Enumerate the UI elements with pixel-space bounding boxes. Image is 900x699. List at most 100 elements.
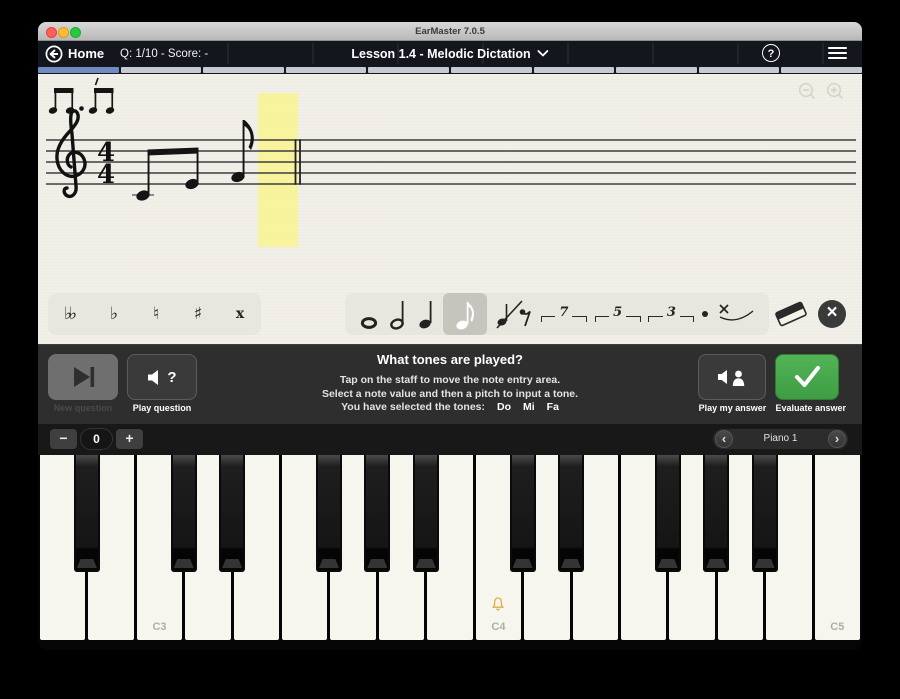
help-button[interactable]: ? — [762, 44, 780, 62]
eighth-note-icon — [453, 297, 477, 331]
instrument-selector: ‹ Piano 1 › — [712, 428, 849, 450]
tuplet-7-label: 7 — [559, 306, 568, 320]
tie-button[interactable] — [716, 293, 756, 335]
new-question-label: New question — [48, 403, 118, 413]
flat-button[interactable]: ♭ — [100, 304, 128, 324]
piano-key-gs4[interactable] — [703, 455, 729, 572]
speaker-icon — [147, 369, 164, 386]
note-values-group: 7 5 3 — [345, 293, 769, 335]
question-title: What tones are played? — [215, 352, 685, 367]
time-signature-bottom: 4 — [97, 160, 115, 190]
progress-row — [38, 66, 862, 74]
half-note-button[interactable] — [388, 293, 408, 335]
piano-key-cs3[interactable] — [171, 455, 197, 572]
progress-segment-10 — [781, 67, 862, 73]
tone-do: Do — [497, 401, 511, 413]
piano-key-as2[interactable] — [74, 455, 100, 572]
note-entry-area[interactable] — [258, 93, 298, 247]
play-question-label: Play question — [127, 403, 197, 413]
note-rest-toggle-button[interactable] — [495, 293, 533, 335]
eraser-button[interactable] — [773, 300, 809, 333]
menu-icon — [828, 47, 847, 49]
staff-canvas[interactable]: 4 4 — [38, 74, 862, 293]
piano-key-fs3[interactable] — [316, 455, 342, 572]
window-title: EarMaster 7.0.5 — [38, 22, 862, 41]
speaker-person-icon — [718, 368, 746, 386]
progress-segment-5 — [368, 67, 449, 73]
zoom-out-icon[interactable] — [800, 84, 815, 99]
progress-segment-4 — [286, 67, 367, 73]
quarter-note-icon — [416, 298, 436, 330]
play-question-button[interactable]: ? — [127, 354, 197, 400]
octave-down-button[interactable]: − — [50, 429, 77, 449]
nav-separator — [397, 43, 399, 64]
nav-separator — [567, 43, 569, 64]
eighth-note-button[interactable] — [443, 293, 487, 335]
half-note-icon — [388, 298, 408, 330]
piano-key-fs4[interactable] — [655, 455, 681, 572]
double-flat-button[interactable]: ♭♭ — [55, 304, 86, 324]
play-my-answer-label: Play my answer — [698, 403, 766, 413]
dot-button[interactable] — [702, 311, 708, 317]
instrument-next-button[interactable]: › — [828, 430, 846, 448]
lesson-title: Lesson 1.4 - Melodic Dictation — [351, 47, 530, 61]
skip-next-icon — [66, 363, 100, 391]
question-score-status: Q: 1/10 - Score: - — [120, 41, 208, 66]
piano-keyboard: C3C4C5 — [38, 455, 862, 650]
tone-mi: Mi — [523, 401, 535, 413]
piano-key-as3[interactable] — [413, 455, 439, 572]
instruction-bar: New question ? Play question What tones … — [38, 344, 862, 424]
double-sharp-button[interactable]: x — [226, 306, 254, 322]
octave-value: 0 — [80, 428, 113, 450]
checkmark-icon — [790, 363, 824, 391]
staff-lines — [46, 140, 856, 184]
time-signature: 4 4 — [97, 138, 115, 190]
tone-fa: Fa — [547, 401, 559, 413]
octave-up-button[interactable]: + — [116, 429, 143, 449]
natural-button[interactable]: ♮ — [142, 304, 170, 324]
selected-tones: Do Mi Fa — [485, 401, 559, 413]
piano-keys: C3C4C5 — [38, 455, 862, 640]
key-label-c4: C4 — [476, 621, 521, 633]
tuplet-5-label: 5 — [613, 306, 622, 320]
sharp-button[interactable]: ♯ — [184, 304, 212, 324]
piano-key-ds4[interactable] — [558, 455, 584, 572]
piano-key-as4[interactable] — [752, 455, 778, 572]
lesson-title-dropdown[interactable]: Lesson 1.4 - Melodic Dictation — [351, 41, 548, 66]
eraser-icon — [773, 300, 809, 328]
tuplet-3-button[interactable]: 3 — [648, 306, 694, 322]
selected-tones-line: You have selected the tones:DoMiFa — [215, 401, 685, 415]
accidentals-group: ♭♭ ♭ ♮ ♯ x — [48, 293, 261, 335]
evaluate-answer-button[interactable] — [775, 354, 839, 400]
new-question-button[interactable] — [48, 354, 118, 400]
note-rest-toggle-icon — [495, 297, 533, 331]
zoom-in-icon[interactable] — [828, 84, 843, 99]
progress-segment-8 — [616, 67, 697, 73]
tuplet-5-button[interactable]: 5 — [595, 306, 641, 322]
delete-note-button[interactable]: × — [818, 300, 846, 328]
whole-note-button[interactable] — [358, 293, 380, 335]
tuplet-7-button[interactable]: 7 — [541, 306, 587, 322]
instruction-line-2: Select a note value and then a pitch to … — [215, 388, 685, 402]
menu-button[interactable] — [828, 47, 847, 62]
whole-note-icon — [358, 299, 380, 329]
quarter-note-button[interactable] — [416, 293, 436, 335]
piano-key-gs3[interactable] — [364, 455, 390, 572]
rhythm-preview — [48, 78, 115, 115]
progress-segment-7 — [534, 67, 615, 73]
play-my-answer-button[interactable] — [698, 354, 766, 400]
progress-segment-3 — [203, 67, 284, 73]
piano-key-c5[interactable]: C5 — [815, 455, 860, 640]
nav-separator — [737, 43, 739, 64]
chevron-down-icon — [538, 50, 549, 57]
progress-segment-6 — [451, 67, 532, 73]
home-label: Home — [68, 46, 104, 61]
app-window: EarMaster 7.0.5 Home Q: 1/10 - Score: - … — [38, 22, 862, 650]
home-button[interactable]: Home — [45, 41, 104, 66]
nav-separator — [482, 43, 484, 64]
piano-key-cs4[interactable] — [510, 455, 536, 572]
titlebar: EarMaster 7.0.5 — [38, 22, 862, 41]
piano-key-ds3[interactable] — [219, 455, 245, 572]
bell-icon — [476, 597, 521, 616]
beam — [148, 148, 199, 156]
